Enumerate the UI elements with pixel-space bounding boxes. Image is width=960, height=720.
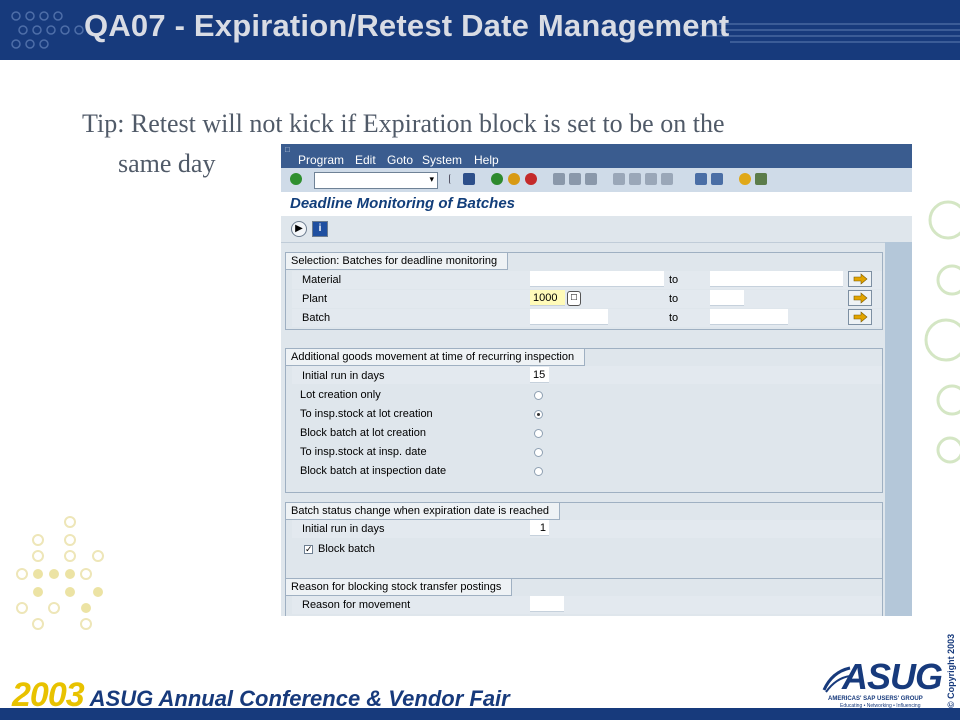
separator-icon bbox=[449, 174, 456, 184]
option-label: Lot creation only bbox=[300, 389, 381, 401]
reason-input[interactable] bbox=[530, 596, 564, 612]
screen-title-bar: Deadline Monitoring of Batches bbox=[281, 192, 912, 216]
right-margin-strip bbox=[885, 242, 912, 616]
batch-to-label: to bbox=[669, 312, 679, 324]
application-toolbar: ▶ i bbox=[281, 216, 912, 243]
menu-help[interactable]: Help bbox=[474, 153, 499, 167]
logo-tagline: AMERICAS' SAP USERS' GROUP bbox=[828, 696, 923, 702]
option-label: To insp.stock at insp. date bbox=[300, 446, 427, 458]
arrow-right-icon bbox=[853, 292, 868, 304]
info-icon[interactable]: i bbox=[312, 221, 328, 237]
next-page-icon[interactable] bbox=[645, 173, 657, 185]
material-multiple-selection-button[interactable] bbox=[848, 271, 872, 287]
menu-program[interactable]: Program bbox=[298, 153, 344, 167]
help-icon[interactable] bbox=[739, 173, 751, 185]
frame-reason-blocking: Reason for blocking stock transfer posti… bbox=[285, 578, 883, 616]
material-to-input[interactable] bbox=[710, 271, 843, 287]
logo-text: ASUG bbox=[842, 656, 943, 697]
asug-logo: ASUG AMERICAS' SAP USERS' GROUP Educatin… bbox=[822, 656, 943, 709]
layout-menu-icon[interactable] bbox=[755, 173, 767, 185]
copyright-notice: © Copyright 2003 bbox=[946, 620, 958, 710]
block-batch-checkbox[interactable]: ✓ bbox=[304, 545, 313, 554]
history-dropdown-icon[interactable]: ▾ bbox=[429, 174, 434, 185]
row-bg bbox=[292, 290, 882, 308]
option-label: Block batch at lot creation bbox=[300, 427, 426, 439]
first-page-icon[interactable] bbox=[613, 173, 625, 185]
plant-multiple-selection-button[interactable] bbox=[848, 290, 872, 306]
decorative-dots bbox=[16, 516, 104, 630]
material-label: Material bbox=[302, 274, 342, 286]
frame-goods-movement-title: Additional goods movement at time of rec… bbox=[286, 349, 586, 366]
find-icon[interactable] bbox=[569, 173, 581, 185]
frame-goods-movement: Additional goods movement at time of rec… bbox=[285, 348, 883, 493]
save-icon[interactable] bbox=[463, 173, 475, 185]
material-to-label: to bbox=[669, 274, 679, 286]
menu-system[interactable]: System bbox=[422, 153, 462, 167]
copyright-text: © Copyright 2003 bbox=[946, 633, 956, 708]
window-menu-icon[interactable]: □ bbox=[285, 145, 295, 154]
frame-reason-blocking-title: Reason for blocking stock transfer posti… bbox=[286, 579, 513, 596]
print-icon[interactable] bbox=[553, 173, 565, 185]
screen-title: Deadline Monitoring of Batches bbox=[290, 195, 516, 212]
arrow-right-icon bbox=[853, 311, 868, 323]
radio-block-batch-insp-date[interactable] bbox=[534, 467, 543, 476]
last-page-icon[interactable] bbox=[661, 173, 673, 185]
command-field[interactable]: ▾ bbox=[314, 172, 438, 189]
title-band: QA07 - Expiration/Retest Date Management bbox=[0, 0, 960, 60]
sap-standard-toolbar: ▾ bbox=[281, 168, 912, 193]
batch-from-input[interactable] bbox=[530, 309, 608, 325]
batch-label: Batch bbox=[302, 312, 331, 324]
sap-window: □ Program Edit Goto System Help ▾ Deadli… bbox=[281, 144, 912, 616]
status-initial-run-label: Initial run in days bbox=[302, 523, 385, 535]
material-from-input[interactable] bbox=[530, 271, 664, 287]
find-next-icon[interactable] bbox=[585, 173, 597, 185]
radio-insp-stock-lot-creation[interactable] bbox=[534, 410, 543, 419]
cancel-icon[interactable] bbox=[525, 173, 537, 185]
radio-block-batch-lot-creation[interactable] bbox=[534, 429, 543, 438]
option-label: Block batch at inspection date bbox=[300, 465, 447, 477]
plant-to-input[interactable] bbox=[710, 290, 744, 306]
footer-bar bbox=[0, 708, 960, 720]
radio-insp-stock-insp-date[interactable] bbox=[534, 448, 543, 457]
menu-edit[interactable]: Edit bbox=[355, 153, 376, 167]
reason-label: Reason for movement bbox=[302, 599, 411, 611]
decorative-lines bbox=[700, 23, 960, 43]
tip-line-1: Tip: Retest will not kick if Expiration … bbox=[82, 109, 725, 138]
option-label: To insp.stock at lot creation bbox=[300, 408, 433, 420]
plant-from-input[interactable]: 1000 bbox=[530, 290, 565, 306]
exit-icon[interactable] bbox=[508, 173, 520, 185]
search-help-icon[interactable]: ☐ bbox=[567, 291, 581, 306]
previous-page-icon[interactable] bbox=[629, 173, 641, 185]
batch-multiple-selection-button[interactable] bbox=[848, 309, 872, 325]
radio-lot-creation-only[interactable] bbox=[534, 391, 543, 400]
status-initial-run-input[interactable]: 1 bbox=[530, 520, 549, 536]
block-batch-label: Block batch bbox=[318, 543, 375, 555]
back-icon[interactable] bbox=[491, 173, 503, 185]
initial-run-input[interactable]: 15 bbox=[530, 367, 549, 383]
sap-menubar: □ Program Edit Goto System Help bbox=[281, 144, 912, 168]
slide-title: QA07 - Expiration/Retest Date Management bbox=[84, 8, 730, 43]
arrow-right-icon bbox=[853, 273, 868, 285]
plant-to-label: to bbox=[669, 293, 679, 305]
create-session-icon[interactable] bbox=[695, 173, 707, 185]
batch-to-input[interactable] bbox=[710, 309, 788, 325]
shortcut-icon[interactable] bbox=[711, 173, 723, 185]
menu-goto[interactable]: Goto bbox=[387, 153, 413, 167]
enter-icon[interactable] bbox=[290, 173, 302, 185]
frame-batch-status-title: Batch status change when expiration date… bbox=[286, 503, 561, 520]
frame-selection-title: Selection: Batches for deadline monitori… bbox=[286, 253, 509, 270]
initial-run-label: Initial run in days bbox=[302, 370, 385, 382]
frame-selection: Selection: Batches for deadline monitori… bbox=[285, 252, 883, 330]
decorative-circles bbox=[924, 200, 960, 464]
plant-label: Plant bbox=[302, 293, 328, 305]
execute-icon[interactable]: ▶ bbox=[291, 221, 307, 237]
